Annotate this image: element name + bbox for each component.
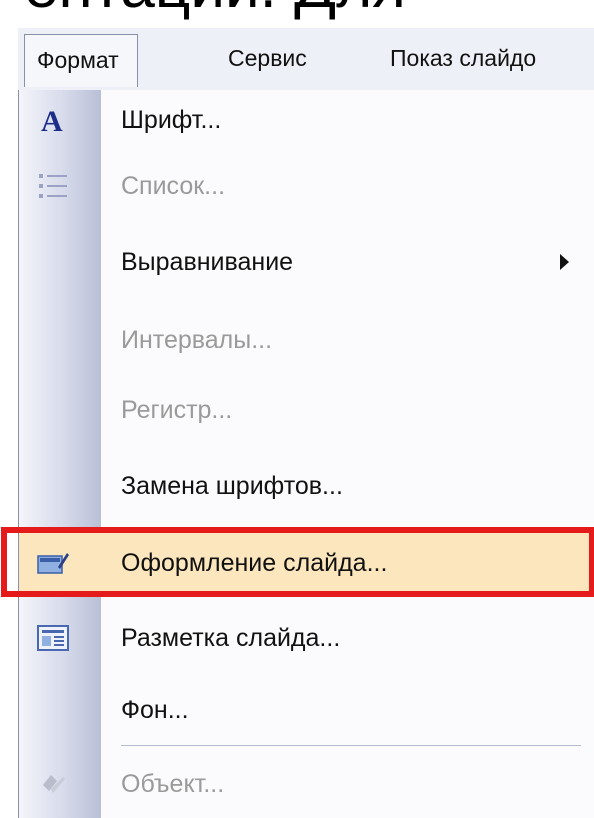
menu-slideshow[interactable]: Показ слайдо <box>390 38 536 78</box>
menu-item-spacing[interactable]: Интервалы... <box>19 310 594 370</box>
menu-separator <box>121 745 581 746</box>
menu-item-alignment[interactable]: Выравнивание <box>19 232 594 292</box>
menu-item-label: Фон... <box>121 696 189 724</box>
menu-item-font[interactable]: A Шрифт... <box>19 90 594 150</box>
menu-item-label: Объект... <box>121 770 225 798</box>
menu-item-label: Список... <box>121 172 226 200</box>
menu-item-background[interactable]: Фон... <box>19 680 594 740</box>
menu-item-label: Выравнивание <box>121 248 294 276</box>
menu-format[interactable]: Формат <box>24 34 138 87</box>
svg-text:A: A <box>41 105 63 136</box>
object-icon <box>35 768 71 800</box>
menu-item-label: Разметка слайда... <box>121 624 341 652</box>
menu-item-label: Замена шрифтов... <box>121 472 343 500</box>
menu-item-label: Шрифт... <box>121 106 222 134</box>
menu-item-list[interactable]: Список... <box>19 156 594 216</box>
menu-item-slide-design[interactable]: Оформление слайда... <box>1 527 594 597</box>
menu-item-replace-fonts[interactable]: Замена шрифтов... <box>19 456 594 516</box>
menu-service[interactable]: Сервис <box>228 38 307 78</box>
font-a-icon: A <box>35 104 71 136</box>
submenu-arrow-icon <box>560 254 569 270</box>
menu-item-object[interactable]: Объект... <box>19 754 594 814</box>
menu-item-case[interactable]: Регистр... <box>19 380 594 440</box>
background-caption: ентации. Для <box>24 0 406 18</box>
menu-item-label: Интервалы... <box>121 326 273 354</box>
red-annotation-frame <box>1 527 594 597</box>
menu-item-slide-layout[interactable]: Разметка слайда... <box>19 608 594 668</box>
menu-bar: Формат Сервис Показ слайдо <box>18 28 594 91</box>
slide-layout-icon <box>35 622 71 654</box>
menu-item-label: Регистр... <box>121 396 233 424</box>
format-dropdown-menu: A Шрифт... Список... Выравнивание Интерв… <box>1 90 594 818</box>
list-icon <box>35 170 71 202</box>
